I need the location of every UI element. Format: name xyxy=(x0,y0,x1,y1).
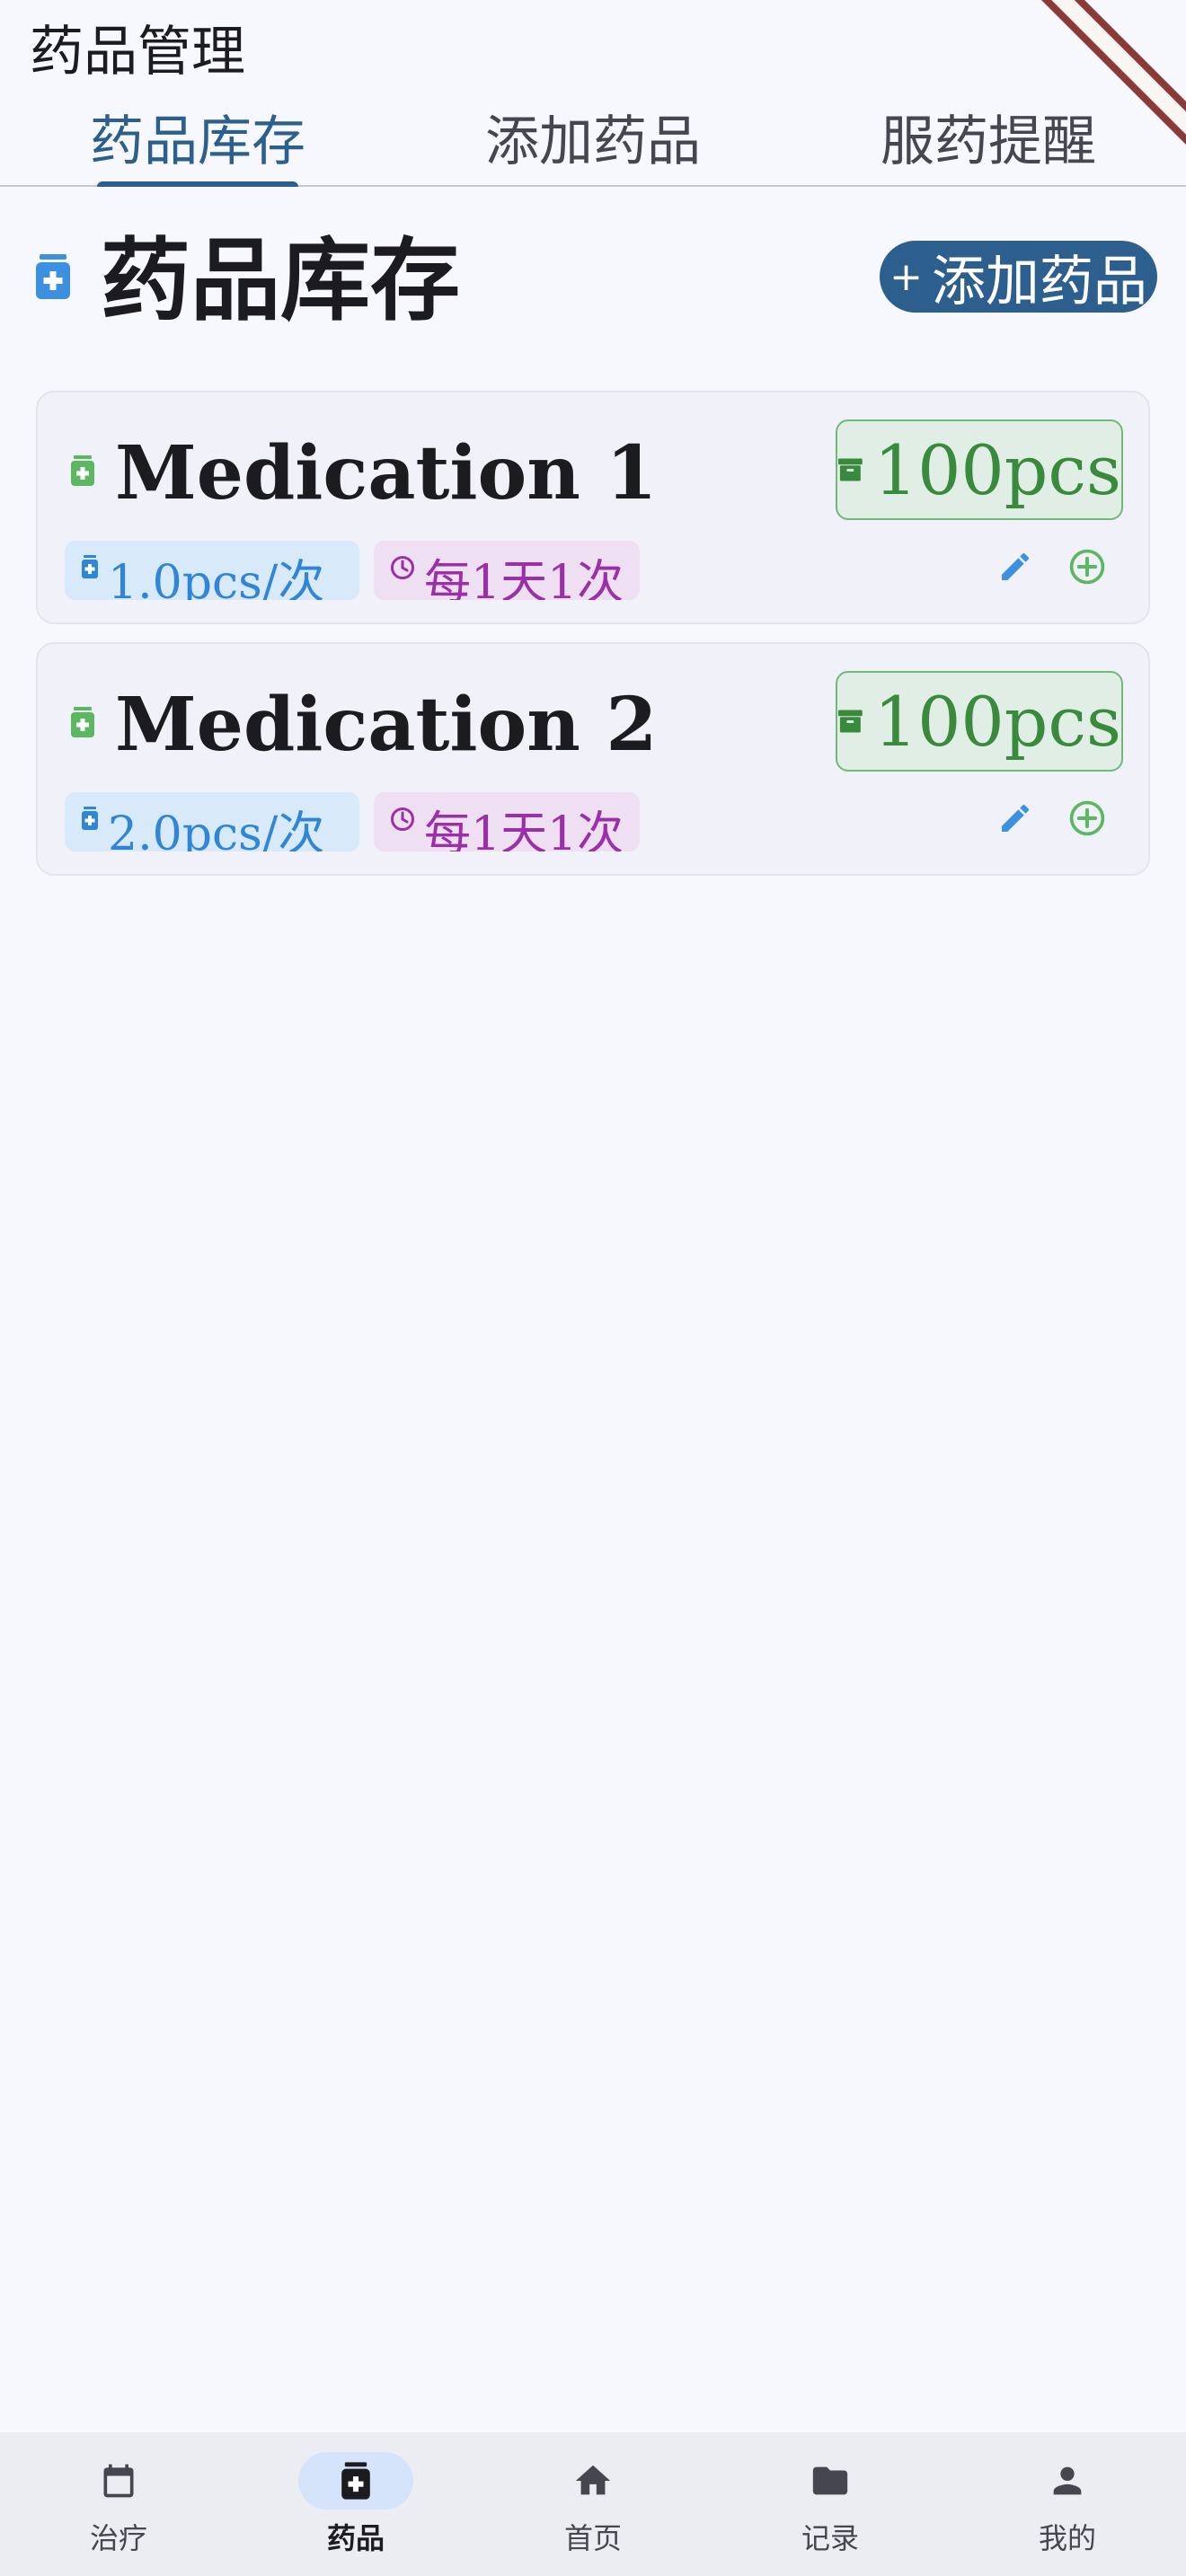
tab-inventory[interactable]: 药品库存 xyxy=(0,97,395,187)
nav-item-profile[interactable]: 我的 xyxy=(949,2432,1186,2576)
folder-icon xyxy=(812,2466,848,2495)
dose-text: 1.0pcs/次 xyxy=(108,556,325,600)
frequency-chip: 每1天1次 xyxy=(374,541,640,600)
app-title: 药品管理 xyxy=(30,21,245,84)
edit-icon[interactable] xyxy=(997,549,1033,585)
add-medication-label: 添加药品 xyxy=(931,250,1147,313)
frequency-text: 每1天1次 xyxy=(424,556,624,600)
page-title: 药品库存 xyxy=(101,227,460,333)
nav-item-medications[interactable]: 药品 xyxy=(237,2432,474,2576)
clock-icon xyxy=(391,556,414,579)
medication-bottle-icon xyxy=(82,555,98,578)
medication-icon xyxy=(71,455,94,486)
stock-badge: 100pcs xyxy=(836,419,1123,520)
medication-card[interactable]: Medication 1 100pcs 1.0pcs/次 每1天1次 xyxy=(36,391,1150,624)
medication-card[interactable]: Medication 2 100pcs 2.0pcs/次 每1天1次 xyxy=(36,642,1150,876)
tab-bar: 药品库存 添加药品 服药提醒 xyxy=(0,97,1186,187)
nav-label: 首页 xyxy=(563,2521,622,2555)
stock-value: 100pcs xyxy=(873,429,1121,510)
nav-label: 记录 xyxy=(801,2521,859,2555)
medication-icon xyxy=(341,2462,370,2500)
edit-icon[interactable] xyxy=(997,800,1033,836)
add-circle-icon[interactable] xyxy=(1067,547,1107,587)
person-icon xyxy=(1053,2466,1082,2495)
add-circle-icon[interactable] xyxy=(1067,798,1107,838)
inventory-box-icon xyxy=(837,458,863,481)
nav-label: 我的 xyxy=(1038,2521,1096,2555)
bottom-navigation: 治疗 药品 首页 记录 我的 xyxy=(0,2432,1186,2576)
home-icon xyxy=(575,2465,611,2495)
frequency-chip: 每1天1次 xyxy=(374,792,640,851)
nav-item-treatment[interactable]: 治疗 xyxy=(0,2432,237,2576)
medication-name: Medication 2 xyxy=(115,682,658,768)
tab-add-medication[interactable]: 添加药品 xyxy=(395,97,791,185)
calendar-icon xyxy=(103,2464,134,2498)
nav-item-records[interactable]: 记录 xyxy=(712,2432,949,2576)
medication-icon xyxy=(71,707,94,737)
nav-label: 治疗 xyxy=(89,2521,147,2555)
tab-label: 添加药品 xyxy=(485,110,701,173)
dose-chip: 2.0pcs/次 xyxy=(65,792,359,851)
tab-label: 药品库存 xyxy=(90,110,305,173)
dose-text: 2.0pcs/次 xyxy=(108,807,325,851)
medication-bottle-icon xyxy=(36,254,70,299)
stock-badge: 100pcs xyxy=(836,671,1123,772)
plus-icon: + xyxy=(890,253,923,300)
tab-label: 服药提醒 xyxy=(881,110,1096,173)
nav-label: 药品 xyxy=(326,2521,385,2555)
nav-item-home[interactable]: 首页 xyxy=(474,2432,712,2576)
tab-indicator xyxy=(97,181,298,187)
add-medication-button[interactable]: + 添加药品 xyxy=(880,241,1157,313)
inventory-box-icon xyxy=(837,710,863,733)
clock-icon xyxy=(391,807,414,831)
dose-chip: 1.0pcs/次 xyxy=(65,541,359,600)
tab-reminders[interactable]: 服药提醒 xyxy=(791,97,1186,185)
medication-name: Medication 1 xyxy=(115,430,658,516)
medication-bottle-icon xyxy=(82,807,98,830)
frequency-text: 每1天1次 xyxy=(424,807,624,851)
stock-value: 100pcs xyxy=(873,681,1121,762)
